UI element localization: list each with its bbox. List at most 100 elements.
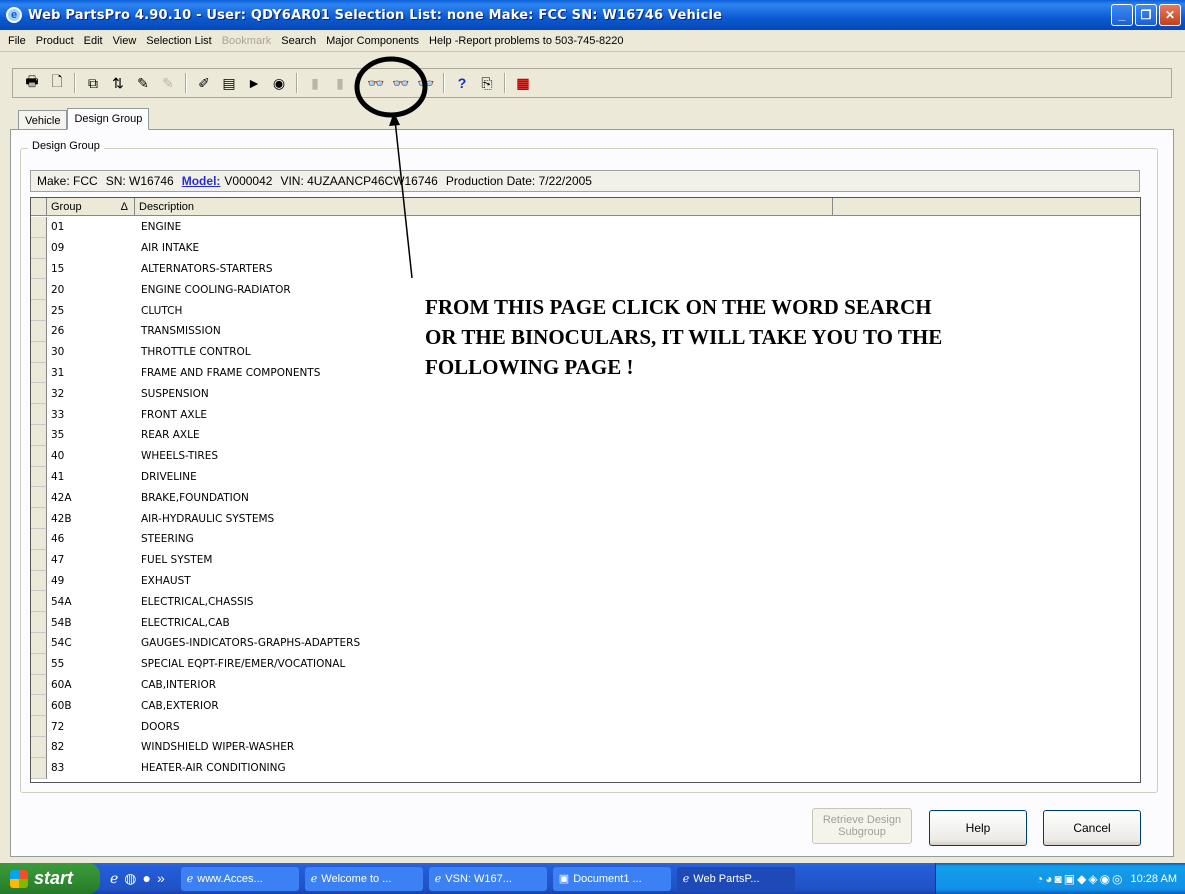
menu-major-components[interactable]: Major Components bbox=[326, 35, 419, 47]
table-row[interactable]: 35 REAR AXLE bbox=[31, 424, 1140, 446]
exit-icon[interactable]: ▦ bbox=[512, 72, 534, 94]
table-row[interactable]: 01 ENGINE bbox=[31, 217, 1140, 238]
row-selector[interactable] bbox=[31, 258, 47, 280]
row-selector[interactable] bbox=[31, 674, 47, 696]
task-label: VSN: W167... bbox=[445, 872, 512, 885]
table-row[interactable]: 42B AIR-HYDRAULIC SYSTEMS bbox=[31, 508, 1140, 529]
row-selector[interactable] bbox=[31, 570, 47, 592]
media-quicklaunch-icon[interactable]: ● bbox=[143, 870, 151, 887]
description-column-header[interactable]: Description bbox=[135, 198, 833, 216]
row-selector[interactable] bbox=[31, 757, 47, 779]
menu-help[interactable]: Help -Report problems to 503-745-8220 bbox=[429, 35, 623, 47]
print-icon[interactable]: 🖶 bbox=[21, 72, 43, 94]
table-row[interactable]: 09 AIR INTAKE bbox=[31, 237, 1140, 259]
table-row[interactable]: 15 ALTERNATORS-STARTERS bbox=[31, 258, 1140, 280]
table-row[interactable]: 55 SPECIAL EQPT-FIRE/EMER/VOCATIONAL bbox=[31, 653, 1140, 675]
help-button[interactable]: Help bbox=[929, 810, 1027, 846]
table-row[interactable]: 60B CAB,EXTERIOR bbox=[31, 695, 1140, 717]
group-cell: 42A bbox=[51, 491, 72, 504]
firefox-quicklaunch-icon[interactable]: ◍ bbox=[124, 870, 136, 887]
taskbar-item-document1[interactable]: ▣ Document1 ... bbox=[552, 866, 671, 891]
description-cell: GAUGES-INDICATORS-GRAPHS-ADAPTERS bbox=[141, 637, 361, 650]
row-selector[interactable] bbox=[31, 424, 47, 446]
model-link[interactable]: Model: bbox=[182, 174, 221, 188]
menu-file[interactable]: File bbox=[8, 35, 26, 47]
table-row[interactable]: 47 FUEL SYSTEM bbox=[31, 549, 1140, 571]
table-row[interactable]: 54A ELECTRICAL,CHASSIS bbox=[31, 591, 1140, 613]
start-button[interactable]: start bbox=[0, 863, 100, 894]
taskbar-item-welcome[interactable]: ℯ Welcome to ... bbox=[304, 866, 423, 891]
parts-list-icon[interactable]: ◉ bbox=[268, 72, 290, 94]
menu-search[interactable]: Search bbox=[281, 35, 316, 47]
row-selector[interactable] bbox=[31, 320, 47, 342]
row-selector[interactable] bbox=[31, 612, 47, 633]
table-row[interactable]: 41 DRIVELINE bbox=[31, 466, 1140, 488]
row-selector[interactable] bbox=[31, 300, 47, 321]
menu-edit[interactable]: Edit bbox=[84, 35, 103, 47]
tray-icons[interactable]: ◔◕◙▣◆◈◉◎ bbox=[1036, 872, 1124, 886]
copy-icon[interactable]: ⧉ bbox=[82, 72, 104, 94]
row-selector[interactable] bbox=[31, 341, 47, 363]
row-selector[interactable] bbox=[31, 653, 47, 675]
row-selector[interactable] bbox=[31, 528, 47, 550]
row-selector[interactable] bbox=[31, 383, 47, 405]
design-group-grid[interactable]: Group Δ Description 01 ENGINE 09 AIR INTAKE… bbox=[30, 197, 1141, 783]
row-selector[interactable] bbox=[31, 404, 47, 425]
ie-quicklaunch-icon[interactable]: ℯ bbox=[110, 870, 118, 887]
row-selector[interactable] bbox=[31, 217, 47, 238]
tab-vehicle[interactable]: Vehicle bbox=[18, 110, 68, 130]
row-selector[interactable] bbox=[31, 695, 47, 717]
edit-note-icon[interactable]: ✐ bbox=[193, 72, 215, 94]
cancel-button[interactable]: Cancel bbox=[1043, 810, 1141, 846]
row-selector[interactable] bbox=[31, 279, 47, 301]
restore-button[interactable]: ❐ bbox=[1135, 4, 1157, 26]
taskbar-item-accessdata[interactable]: ℯ www.Acces... bbox=[180, 866, 299, 891]
notebook-icon[interactable]: ▤ bbox=[218, 72, 240, 94]
bookmark-add-icon[interactable]: ✎ bbox=[132, 72, 154, 94]
row-selector[interactable] bbox=[31, 549, 47, 571]
row-selector[interactable] bbox=[31, 632, 47, 654]
table-row[interactable]: 42A BRAKE,FOUNDATION bbox=[31, 487, 1140, 509]
context-help-icon[interactable]: ⎘ bbox=[476, 72, 498, 94]
table-row[interactable]: 82 WINDSHIELD WIPER-WASHER bbox=[31, 736, 1140, 758]
tab-design-group[interactable]: Design Group bbox=[67, 108, 150, 130]
table-row[interactable]: 33 FRONT AXLE bbox=[31, 404, 1140, 425]
row-selector[interactable] bbox=[31, 591, 47, 613]
help-icon[interactable]: ? bbox=[451, 72, 473, 94]
row-selector[interactable] bbox=[31, 487, 47, 509]
table-row[interactable]: 83 HEATER-AIR CONDITIONING bbox=[31, 757, 1140, 779]
menu-selection-list[interactable]: Selection List bbox=[146, 35, 211, 47]
print-preview-icon[interactable]: 🗋 bbox=[46, 72, 68, 94]
table-row[interactable]: 72 DOORS bbox=[31, 716, 1140, 737]
group-cell: 54A bbox=[51, 595, 72, 608]
row-selector[interactable] bbox=[31, 362, 47, 384]
sort-icon[interactable]: ⇅ bbox=[107, 72, 129, 94]
table-row[interactable]: 32 SUSPENSION bbox=[31, 383, 1140, 405]
minimize-button[interactable]: _ bbox=[1111, 4, 1133, 26]
chevron-right-icon[interactable]: » bbox=[157, 870, 165, 887]
table-row[interactable]: 60A CAB,INTERIOR bbox=[31, 674, 1140, 696]
table-row[interactable]: 54C GAUGES-INDICATORS-GRAPHS-ADAPTERS bbox=[31, 632, 1140, 654]
group-column-header[interactable]: Group Δ bbox=[47, 198, 135, 216]
table-row[interactable]: 46 STEERING bbox=[31, 528, 1140, 550]
row-selector[interactable] bbox=[31, 237, 47, 259]
menu-view[interactable]: View bbox=[113, 35, 137, 47]
close-button[interactable]: ✕ bbox=[1159, 4, 1181, 26]
row-selector[interactable] bbox=[31, 466, 47, 488]
start-label: start bbox=[34, 868, 74, 888]
row-selector[interactable] bbox=[31, 716, 47, 737]
table-row[interactable]: 54B ELECTRICAL,CAB bbox=[31, 612, 1140, 633]
description-cell: BRAKE,FOUNDATION bbox=[141, 491, 249, 504]
row-selector[interactable] bbox=[31, 445, 47, 467]
menu-product[interactable]: Product bbox=[36, 35, 74, 47]
taskbar-item-webpartspro[interactable]: ℯ Web PartsP... bbox=[676, 866, 795, 891]
row-selector[interactable] bbox=[31, 508, 47, 529]
taskbar-item-vsn[interactable]: ℯ VSN: W167... bbox=[428, 866, 547, 891]
row-selector[interactable] bbox=[31, 736, 47, 758]
forward-icon[interactable]: ► bbox=[243, 72, 265, 94]
table-row[interactable]: 40 WHEELS-TIRES bbox=[31, 445, 1140, 467]
binoculars-icon[interactable]: 👓 bbox=[365, 72, 387, 94]
instruction-callout: FROM THIS PAGE CLICK ON THE WORD SEARCH … bbox=[425, 292, 1125, 382]
table-row[interactable]: 49 EXHAUST bbox=[31, 570, 1140, 592]
title-bar[interactable]: e Web PartsPro 4.90.10 - User: QDY6AR01 … bbox=[0, 0, 1185, 30]
